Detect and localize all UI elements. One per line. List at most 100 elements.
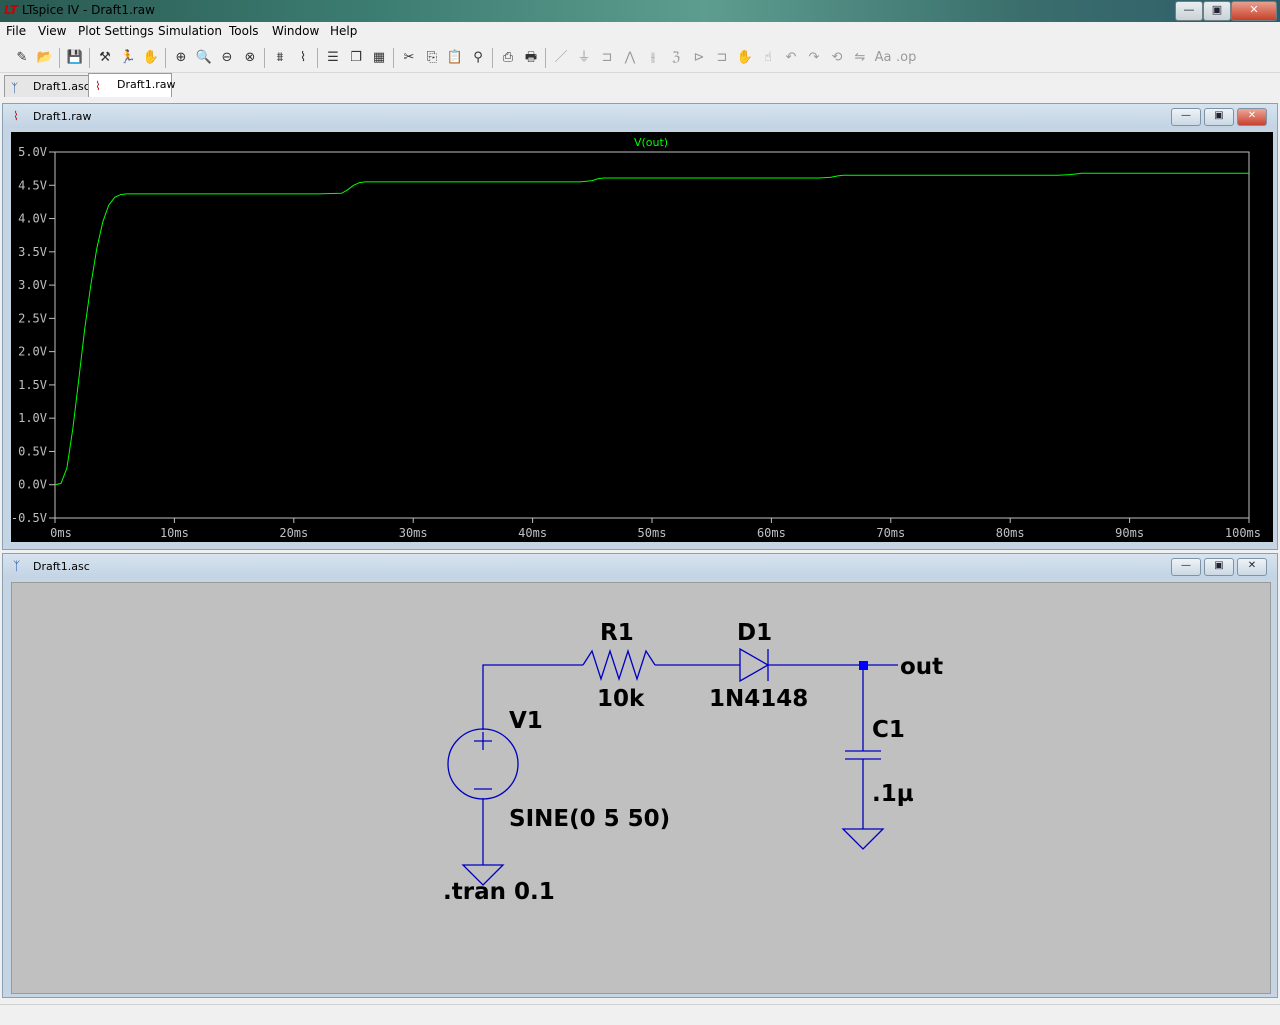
waveform-icon[interactable]: ⌇	[293, 48, 313, 68]
cascade-icon[interactable]: ❐	[346, 48, 366, 68]
r1-name[interactable]: R1	[600, 620, 634, 646]
plot-close-button[interactable]: ✕	[1237, 108, 1267, 126]
menu-plot-settings[interactable]: Plot Settings	[78, 24, 154, 38]
tile-horizontal-icon[interactable]: ☰	[323, 48, 343, 68]
autorange-icon[interactable]: ⩩	[270, 48, 290, 68]
capacitor-icon[interactable]: ⫲	[643, 48, 663, 68]
menu-simulation[interactable]: Simulation	[158, 24, 222, 38]
spice-directive-icon[interactable]: .op	[896, 48, 916, 68]
v1-name[interactable]: V1	[509, 708, 543, 734]
tile-windows-icon[interactable]: ▦	[369, 48, 389, 68]
resistor-r1	[582, 648, 656, 682]
x-tick-label: 80ms	[996, 526, 1025, 540]
resistor-icon[interactable]: ⋀	[620, 48, 640, 68]
y-tick-label: 1.0V	[18, 411, 47, 425]
window-titlebar: LT LTspice IV - Draft1.raw — ▣ ✕	[0, 0, 1280, 22]
d1-value[interactable]: 1N4148	[709, 686, 808, 712]
x-tick-label: 90ms	[1115, 526, 1144, 540]
waveform-plot[interactable]: V(out) 5.0V 4.5V 4.0V 3.5V 3.0V 2.5V 2.0V 1.5V 1…	[11, 132, 1273, 542]
trace-legend[interactable]: V(out)	[634, 136, 668, 149]
tab-label: Draft1.raw	[117, 78, 176, 91]
window-title: LTspice IV - Draft1.raw	[22, 3, 155, 17]
x-tick-label: 60ms	[757, 526, 786, 540]
menu-view[interactable]: View	[38, 24, 66, 38]
inductor-icon[interactable]: ℨ	[666, 48, 686, 68]
control-panel-icon[interactable]: ⚒	[95, 48, 115, 68]
schematic-icon: ᛉ	[13, 559, 21, 573]
component-icon[interactable]: ⊐	[712, 48, 732, 68]
zoom-cancel-icon[interactable]: ⊗	[240, 48, 260, 68]
y-tick-label: 2.5V	[18, 311, 47, 325]
menu-tools[interactable]: Tools	[229, 24, 259, 38]
print-icon[interactable]: 🖶	[521, 48, 541, 68]
mirror-icon[interactable]: ⇋	[850, 48, 870, 68]
c1-value[interactable]: .1µ	[872, 781, 914, 807]
plot-window-titlebar[interactable]: ⌇ Draft1.raw — ▣ ✕	[3, 104, 1277, 128]
drag-icon[interactable]: ☝	[758, 48, 778, 68]
x-tick-label: 100ms	[1225, 526, 1261, 540]
toolbar-separator	[545, 48, 546, 68]
text-icon[interactable]: Aa	[873, 48, 893, 68]
copy-icon[interactable]: ⎘	[422, 48, 442, 68]
x-tick-label: 50ms	[638, 526, 667, 540]
waveform-chart: V(out) 5.0V 4.5V 4.0V 3.5V 3.0V 2.5V 2.0V 1.5V 1…	[11, 136, 1261, 540]
tab-draft1-asc[interactable]: ᛉ Draft1.asc	[4, 75, 90, 97]
schematic-canvas[interactable]: R1 10k D1 1N4148 out V1 SINE(0 5 50) C1 …	[11, 582, 1271, 994]
rotate-icon[interactable]: ⟲	[827, 48, 847, 68]
zoom-full-icon[interactable]: 🔍	[194, 48, 214, 68]
find-icon[interactable]: ⚲	[468, 48, 488, 68]
status-bar	[0, 1004, 1280, 1025]
d1-name[interactable]: D1	[737, 620, 772, 646]
menu-file[interactable]: File	[6, 24, 26, 38]
ground-c1	[841, 828, 885, 850]
new-schematic-icon[interactable]: ✎	[12, 48, 32, 68]
y-tick-label: 5.0V	[18, 145, 47, 159]
maximize-button[interactable]: ▣	[1203, 1, 1231, 21]
run-icon[interactable]: 🏃	[118, 48, 138, 68]
x-tick-label: 20ms	[279, 526, 308, 540]
cut-icon[interactable]: ✂	[399, 48, 419, 68]
net-label-out[interactable]: out	[900, 654, 943, 680]
undo-icon[interactable]: ↶	[781, 48, 801, 68]
plot-frame	[54, 151, 1250, 519]
schematic-minimize-button[interactable]: —	[1171, 558, 1201, 576]
paste-icon[interactable]: 📋	[445, 48, 465, 68]
pan-icon[interactable]: ✋	[141, 48, 161, 68]
plot-window-title: Draft1.raw	[33, 110, 92, 123]
menu-help[interactable]: Help	[330, 24, 357, 38]
y-tick-label: -0.5V	[11, 511, 47, 525]
wire-icon[interactable]: ／	[551, 48, 571, 68]
tab-draft1-raw[interactable]: ⌇ Draft1.raw	[88, 73, 176, 97]
open-icon[interactable]: 📂	[35, 48, 55, 68]
plot-maximize-button[interactable]: ▣	[1204, 108, 1234, 126]
y-tick-label: 4.0V	[18, 212, 47, 226]
toolbar-separator	[393, 48, 394, 68]
r1-value[interactable]: 10k	[597, 686, 645, 712]
label-icon[interactable]: ⊐	[597, 48, 617, 68]
schematic-window-titlebar[interactable]: ᛉ Draft1.asc — ▣ ✕	[3, 554, 1277, 578]
ground-icon[interactable]: ⏚	[574, 48, 594, 68]
save-icon[interactable]: 💾	[65, 48, 85, 68]
x-tick-label: 10ms	[160, 526, 189, 540]
schematic-window-title: Draft1.asc	[33, 560, 90, 573]
diode-icon[interactable]: ⊳	[689, 48, 709, 68]
menu-window[interactable]: Window	[272, 24, 319, 38]
schematic-maximize-button[interactable]: ▣	[1204, 558, 1234, 576]
zoom-in-icon[interactable]: ⊕	[171, 48, 191, 68]
v1-value[interactable]: SINE(0 5 50)	[509, 806, 670, 832]
x-tick-label: 40ms	[518, 526, 547, 540]
redo-icon[interactable]: ↷	[804, 48, 824, 68]
c1-name[interactable]: C1	[872, 717, 905, 743]
y-tick-label: 3.0V	[18, 278, 47, 292]
spice-directive[interactable]: .tran 0.1	[443, 879, 555, 905]
schematic-close-button[interactable]: ✕	[1237, 558, 1267, 576]
x-tick-label: 30ms	[399, 526, 428, 540]
close-button[interactable]: ✕	[1231, 1, 1277, 21]
zoom-out-icon[interactable]: ⊖	[217, 48, 237, 68]
y-tick-label: 0.5V	[18, 444, 47, 458]
move-icon[interactable]: ✋	[735, 48, 755, 68]
toolbar-separator	[492, 48, 493, 68]
plot-minimize-button[interactable]: —	[1171, 108, 1201, 126]
minimize-button[interactable]: —	[1175, 1, 1203, 21]
print-preview-icon[interactable]: ⎙	[498, 48, 518, 68]
